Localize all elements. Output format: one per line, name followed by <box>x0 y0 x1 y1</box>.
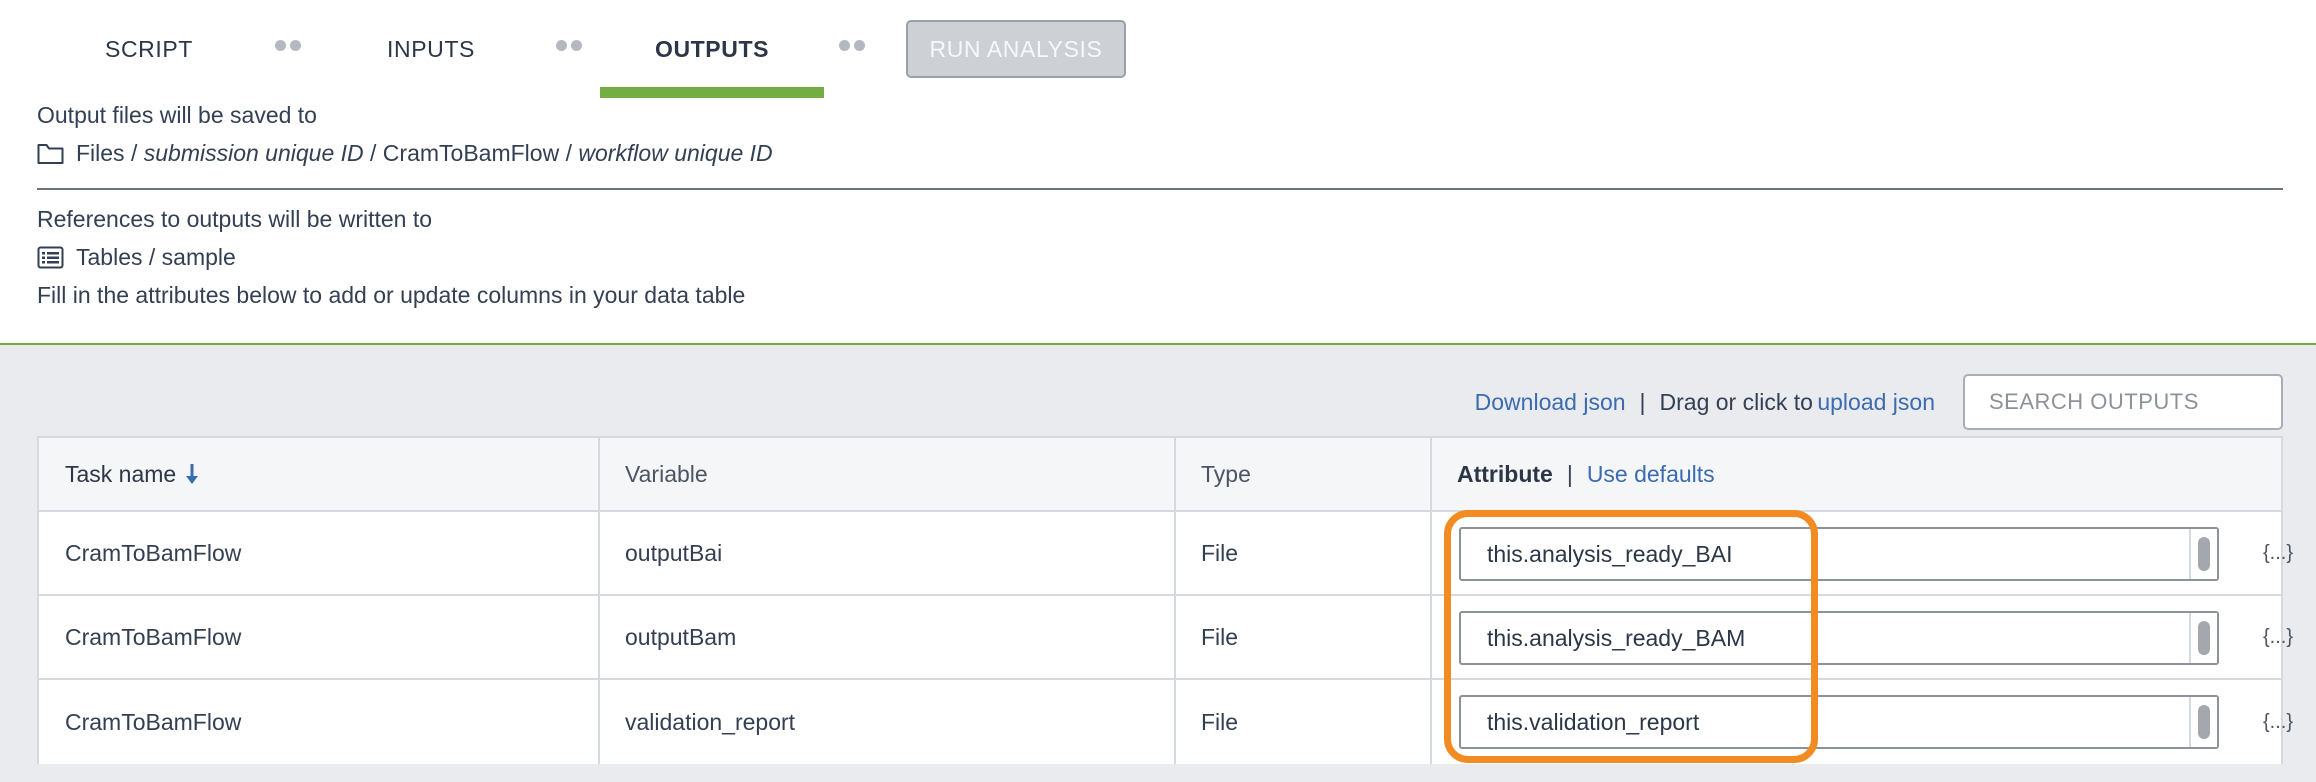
use-defaults-link[interactable]: Use defaults <box>1587 461 1715 488</box>
column-divider <box>1174 438 1176 510</box>
task-name-cell: CramToBamFlow <box>65 708 242 735</box>
table-header-row: Task name Variable Type Attribute | Use … <box>39 438 2281 512</box>
tab-outputs[interactable]: OUTPUTS <box>600 20 824 78</box>
header-task-name-label: Task name <box>65 460 177 487</box>
section-divider <box>37 188 2283 190</box>
output-files-path: Files / submission unique ID / CramToBam… <box>37 140 773 167</box>
workflow-id-placeholder: workflow unique ID <box>578 140 773 166</box>
attribute-input-scrollbar[interactable] <box>2189 697 2217 747</box>
table-path-label: Tables / sample <box>76 244 236 270</box>
attribute-input[interactable] <box>1459 695 2219 749</box>
tab-script[interactable]: SCRIPT <box>100 20 198 78</box>
tab-inputs[interactable]: INPUTS <box>380 20 482 78</box>
header-type: Type <box>1201 438 1251 510</box>
table-list-icon <box>37 246 64 269</box>
attributes-instructions: Fill in the attributes below to add or u… <box>37 282 746 308</box>
tab-separator-dots <box>275 40 301 51</box>
column-divider <box>1174 596 1176 678</box>
header-attribute-label: Attribute <box>1457 460 1553 487</box>
column-divider <box>1430 512 1432 594</box>
header-attribute: Attribute | Use defaults <box>1457 438 1715 510</box>
files-path-prefix: Files / <box>76 140 138 166</box>
column-divider <box>1174 680 1176 764</box>
attribute-input[interactable] <box>1459 527 2219 581</box>
workflow-name-segment: / CramToBamFlow / <box>370 140 572 166</box>
json-toolbar: Download json | Drag or click to upload … <box>1475 374 2283 430</box>
header-variable: Variable <box>625 438 708 510</box>
task-name-cell: CramToBamFlow <box>65 623 242 650</box>
table-row: CramToBamFlow outputBai File {...} <box>39 512 2293 596</box>
table-row: CramToBamFlow outputBam File {...} <box>39 596 2293 680</box>
type-cell: File <box>1201 708 1239 735</box>
arrow-down-icon[interactable] <box>184 462 200 486</box>
column-divider <box>1430 596 1432 678</box>
outputs-table: Task name Variable Type Attribute | Use … <box>37 436 2293 764</box>
active-tab-indicator <box>600 87 824 98</box>
header-variable-label: Variable <box>625 460 708 487</box>
tab-separator-dots <box>839 40 865 51</box>
attribute-input[interactable] <box>1459 611 2219 665</box>
expression-braces-button[interactable]: {...} <box>2263 680 2293 764</box>
references-heading: References to outputs will be written to <box>37 206 433 232</box>
column-divider <box>1430 680 1432 764</box>
variable-cell: validation_report <box>625 708 796 735</box>
expression-braces-button[interactable]: {...} <box>2263 596 2293 678</box>
submission-id-placeholder: submission unique ID <box>143 140 364 166</box>
expression-braces-button[interactable]: {...} <box>2263 512 2293 594</box>
type-cell: File <box>1201 539 1239 566</box>
tab-separator-dots <box>556 40 582 51</box>
header-separator: | <box>1566 460 1573 487</box>
drag-upload-text: Drag or click to <box>1659 388 1813 415</box>
folder-icon <box>37 144 64 164</box>
column-divider <box>598 680 600 764</box>
column-divider <box>1174 512 1176 594</box>
variable-cell: outputBam <box>625 623 737 650</box>
upload-json-link[interactable]: upload json <box>1817 389 1935 416</box>
column-divider <box>598 512 600 594</box>
toolbar-separator: | <box>1639 388 1646 415</box>
run-analysis-button[interactable]: RUN ANALYSIS <box>906 20 1126 78</box>
workflow-tab-bar: SCRIPT INPUTS OUTPUTS RUN ANALYSIS <box>0 0 2316 100</box>
table-row: CramToBamFlow validation_report File {..… <box>39 680 2293 764</box>
column-divider <box>1430 438 1432 510</box>
column-divider <box>598 596 600 678</box>
references-table-path: Tables / sample <box>37 244 236 271</box>
column-divider <box>598 438 600 510</box>
download-json-link[interactable]: Download json <box>1475 389 1626 416</box>
header-type-label: Type <box>1201 460 1251 487</box>
search-outputs-input[interactable] <box>1963 374 2283 430</box>
variable-cell: outputBai <box>625 539 723 566</box>
output-files-heading: Output files will be saved to <box>37 102 317 128</box>
attribute-input-scrollbar[interactable] <box>2189 613 2217 663</box>
header-task-name[interactable]: Task name <box>65 438 200 510</box>
task-name-cell: CramToBamFlow <box>65 539 242 566</box>
attribute-input-scrollbar[interactable] <box>2189 529 2217 579</box>
type-cell: File <box>1201 623 1239 650</box>
